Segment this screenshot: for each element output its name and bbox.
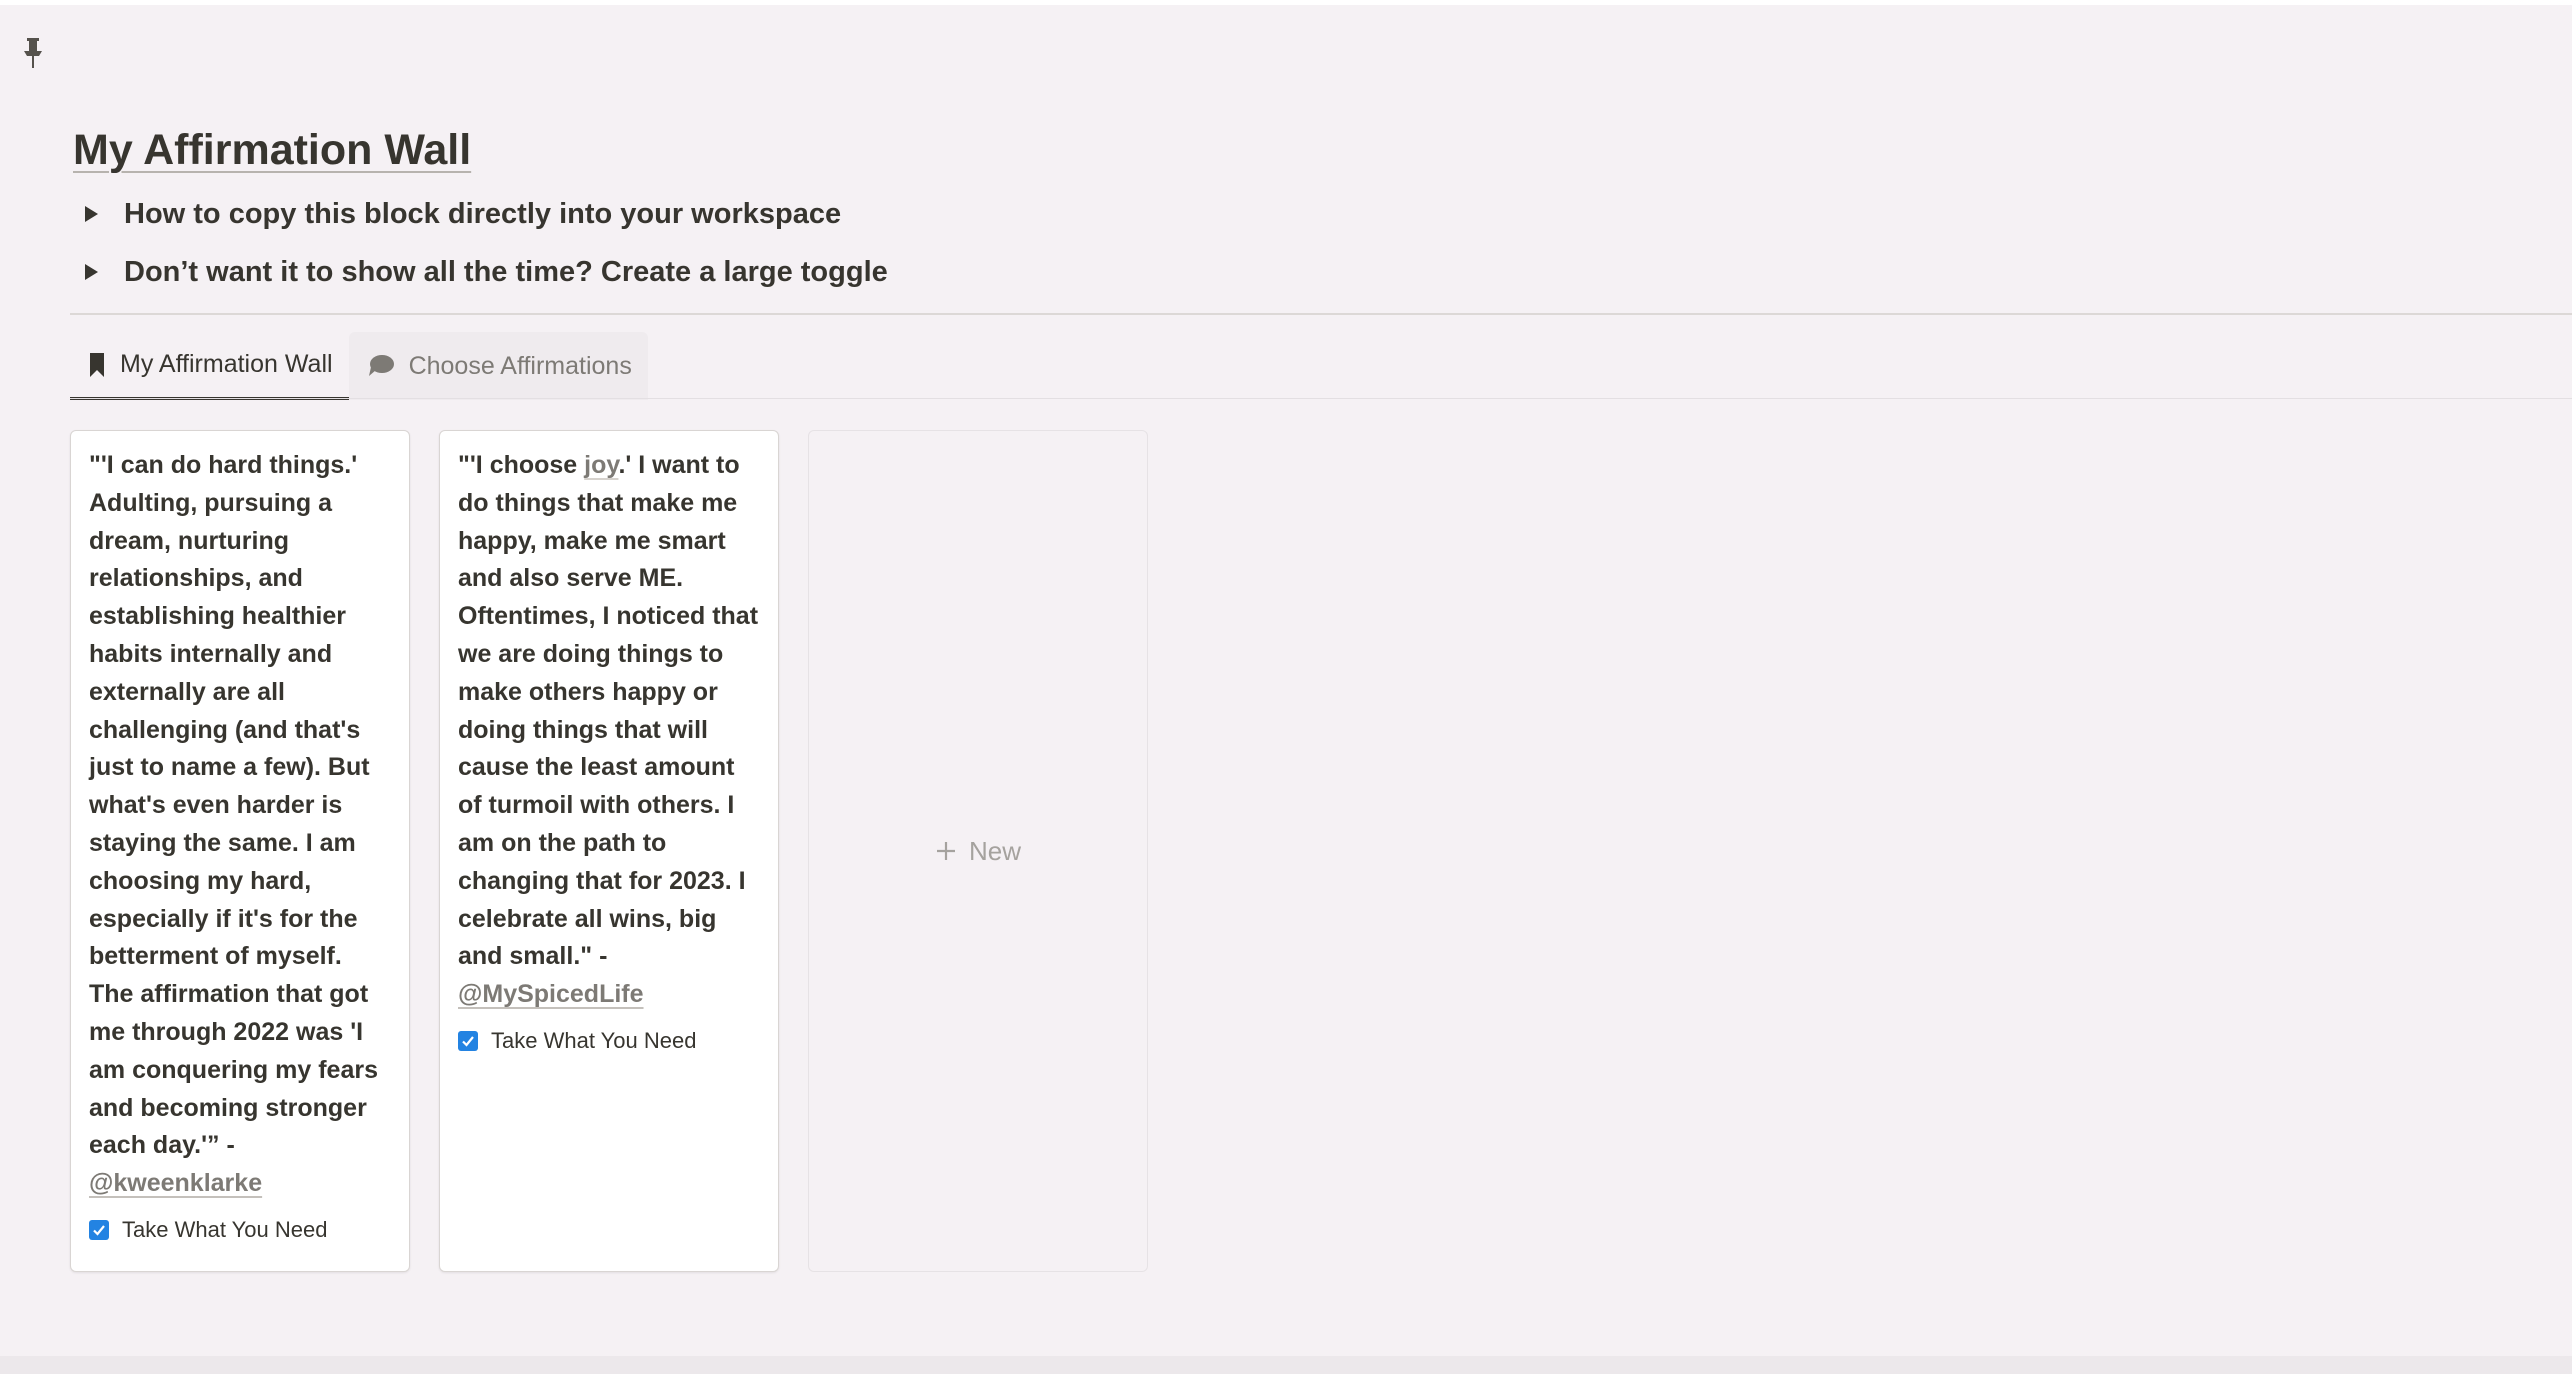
inline-link[interactable]: joy xyxy=(584,451,618,479)
new-card-label: New xyxy=(968,835,1021,866)
tab-choose-affirmations[interactable]: Choose Affirmations xyxy=(348,332,648,400)
top-bar xyxy=(0,0,2572,5)
affirmation-card[interactable]: "'I can do hard things.' Adulting, pursu… xyxy=(70,430,410,1272)
speech-bubble-icon xyxy=(368,355,394,376)
toggle-label: Don’t want it to show all the time? Crea… xyxy=(124,255,888,288)
toggle-triangle-icon[interactable] xyxy=(85,264,98,280)
checkbox-checked[interactable] xyxy=(89,1219,109,1240)
affirmation-card[interactable]: "'I choose joy.' I want to do things tha… xyxy=(439,430,779,1272)
tag-label: Take What You Need xyxy=(491,1027,697,1053)
author-mention[interactable]: @MySpicedLife xyxy=(458,980,644,1008)
checkmark-icon xyxy=(462,1036,474,1047)
divider xyxy=(70,313,2572,315)
affirmation-text: .' I want to do things that make me happ… xyxy=(458,451,759,971)
bookmark-icon xyxy=(90,352,104,377)
checkbox-checked[interactable] xyxy=(458,1030,478,1051)
view-tabs: My Affirmation Wall Choose Affirmations xyxy=(70,332,648,400)
bottom-bar xyxy=(0,1356,2572,1374)
affirmation-text: "'I can do hard things.' Adulting, pursu… xyxy=(89,451,378,1160)
tab-my-affirmation-wall[interactable]: My Affirmation Wall xyxy=(70,332,349,400)
tab-label: My Affirmation Wall xyxy=(120,350,333,378)
card-text: "'I choose joy.' I want to do things tha… xyxy=(458,447,760,1014)
tab-label: Choose Affirmations xyxy=(408,351,632,380)
toggle-triangle-icon[interactable] xyxy=(85,206,98,222)
toggle-label: How to copy this block directly into you… xyxy=(124,197,842,230)
tag-label: Take What You Need xyxy=(122,1216,328,1242)
page: My Affirmation Wall How to copy this blo… xyxy=(0,0,2572,1374)
page-title[interactable]: My Affirmation Wall xyxy=(73,122,471,178)
author-mention[interactable]: @kweenklarke xyxy=(89,1169,262,1197)
tag-row: Take What You Need xyxy=(89,1217,391,1243)
affirmation-text: "'I choose xyxy=(458,451,585,479)
toggle-large-toggle[interactable]: Don’t want it to show all the time? Crea… xyxy=(80,248,888,296)
tabs-underline xyxy=(70,398,2572,399)
toggle-copy-block[interactable]: How to copy this block directly into you… xyxy=(80,190,841,238)
tag-row: Take What You Need xyxy=(458,1028,760,1054)
card-text: "'I can do hard things.' Adulting, pursu… xyxy=(89,447,391,1203)
pin-icon[interactable] xyxy=(20,36,46,70)
checkmark-icon xyxy=(93,1225,105,1236)
new-card-button[interactable]: New xyxy=(808,430,1148,1272)
plus-icon xyxy=(936,842,955,860)
